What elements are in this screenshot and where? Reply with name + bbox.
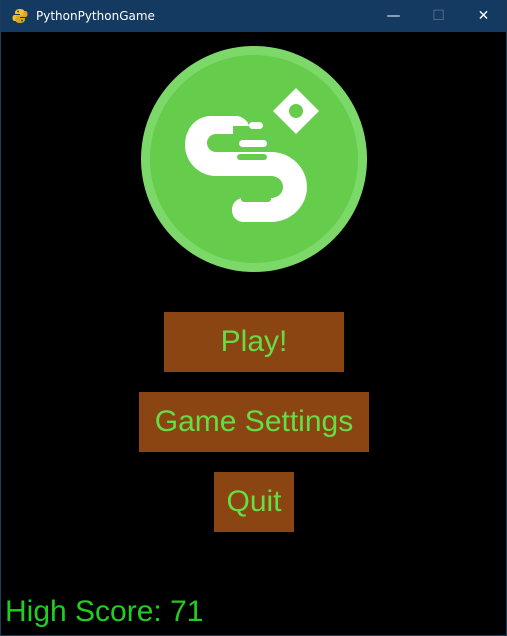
- close-button[interactable]: ✕: [461, 0, 506, 32]
- game-menu: Play! Game Settings Quit High Score: 71: [1, 32, 506, 635]
- window-title: PythonPythonGame: [36, 9, 155, 23]
- quit-button[interactable]: Quit: [214, 472, 294, 532]
- title-bar[interactable]: PythonPythonGame — ☐ ✕: [1, 0, 506, 32]
- minimize-button[interactable]: —: [371, 0, 416, 32]
- snake-logo-icon: [141, 46, 367, 272]
- game-settings-button[interactable]: Game Settings: [139, 392, 369, 452]
- high-score-label: High Score: 71: [5, 595, 204, 628]
- play-button[interactable]: Play!: [164, 312, 344, 372]
- maximize-button[interactable]: ☐: [416, 0, 461, 32]
- pygame-snake-icon: [12, 8, 28, 24]
- window-controls: — ☐ ✕: [371, 0, 506, 32]
- app-window: PythonPythonGame — ☐ ✕ Play! Game Settin…: [0, 0, 507, 636]
